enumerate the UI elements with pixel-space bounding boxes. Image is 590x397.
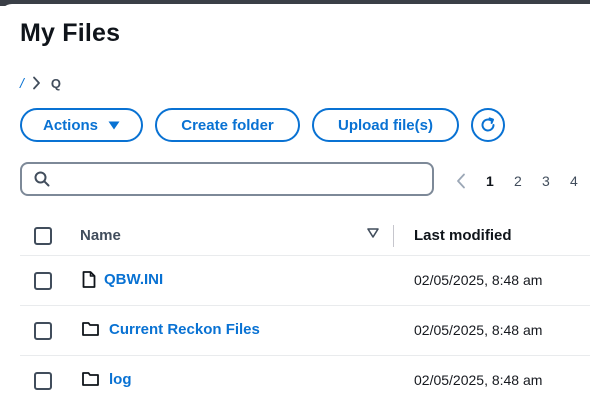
row-checkbox[interactable] bbox=[34, 322, 52, 340]
create-folder-button-label: Create folder bbox=[181, 116, 274, 134]
folder-icon bbox=[82, 321, 99, 336]
chevron-right-icon bbox=[32, 76, 41, 90]
create-folder-button[interactable]: Create folder bbox=[155, 108, 300, 142]
previous-page-icon[interactable] bbox=[456, 173, 466, 189]
pagination: 1 2 3 4 bbox=[456, 170, 590, 192]
page-4-button[interactable]: 4 bbox=[570, 173, 590, 189]
last-modified-value: 02/05/2025, 8:48 am bbox=[414, 272, 543, 288]
page-3-button[interactable]: 3 bbox=[542, 173, 570, 189]
actions-button-label: Actions bbox=[42, 116, 98, 134]
search-field[interactable] bbox=[20, 162, 434, 196]
row-checkbox[interactable] bbox=[34, 372, 52, 390]
refresh-button[interactable] bbox=[471, 108, 505, 142]
refresh-icon bbox=[479, 116, 497, 134]
search-input[interactable] bbox=[56, 170, 432, 188]
sort-descending-icon[interactable] bbox=[367, 228, 379, 238]
select-all-checkbox[interactable] bbox=[34, 227, 52, 245]
upload-files-button-label: Upload file(s) bbox=[337, 116, 433, 134]
page-1-button[interactable]: 1 bbox=[486, 173, 514, 189]
column-divider[interactable] bbox=[393, 225, 394, 247]
file-icon bbox=[82, 271, 96, 288]
table-row: log 02/05/2025, 8:48 am bbox=[20, 356, 590, 397]
page-2-button[interactable]: 2 bbox=[514, 173, 542, 189]
last-modified-column-header[interactable]: Last modified bbox=[414, 227, 512, 244]
last-modified-value: 02/05/2025, 8:48 am bbox=[414, 372, 543, 388]
search-icon bbox=[34, 171, 50, 187]
caret-down-icon bbox=[108, 121, 120, 130]
folder-name-link[interactable]: log bbox=[109, 371, 132, 388]
actions-button[interactable]: Actions bbox=[20, 108, 143, 142]
upload-files-button[interactable]: Upload file(s) bbox=[312, 108, 459, 142]
breadcrumb-current: Q bbox=[50, 75, 62, 91]
table-row: Current Reckon Files 02/05/2025, 8:48 am bbox=[20, 306, 590, 356]
my-files-panel: My Files / Q Actions Create folder Uploa… bbox=[0, 4, 590, 397]
table-header: Name Last modified bbox=[20, 215, 590, 256]
folder-name-link[interactable]: Current Reckon Files bbox=[109, 321, 260, 338]
name-column-header[interactable]: Name bbox=[80, 227, 121, 244]
folder-icon bbox=[82, 371, 99, 386]
last-modified-value: 02/05/2025, 8:48 am bbox=[414, 322, 543, 338]
breadcrumb-root-link[interactable]: / bbox=[20, 75, 24, 91]
breadcrumb: / Q bbox=[20, 74, 61, 92]
file-name-link[interactable]: QBW.INI bbox=[104, 271, 163, 288]
page-title: My Files bbox=[20, 19, 121, 47]
files-table: Name Last modified QBW.INI 02/05/2025, 8… bbox=[20, 215, 590, 397]
row-checkbox[interactable] bbox=[34, 272, 52, 290]
table-row: QBW.INI 02/05/2025, 8:48 am bbox=[20, 256, 590, 306]
